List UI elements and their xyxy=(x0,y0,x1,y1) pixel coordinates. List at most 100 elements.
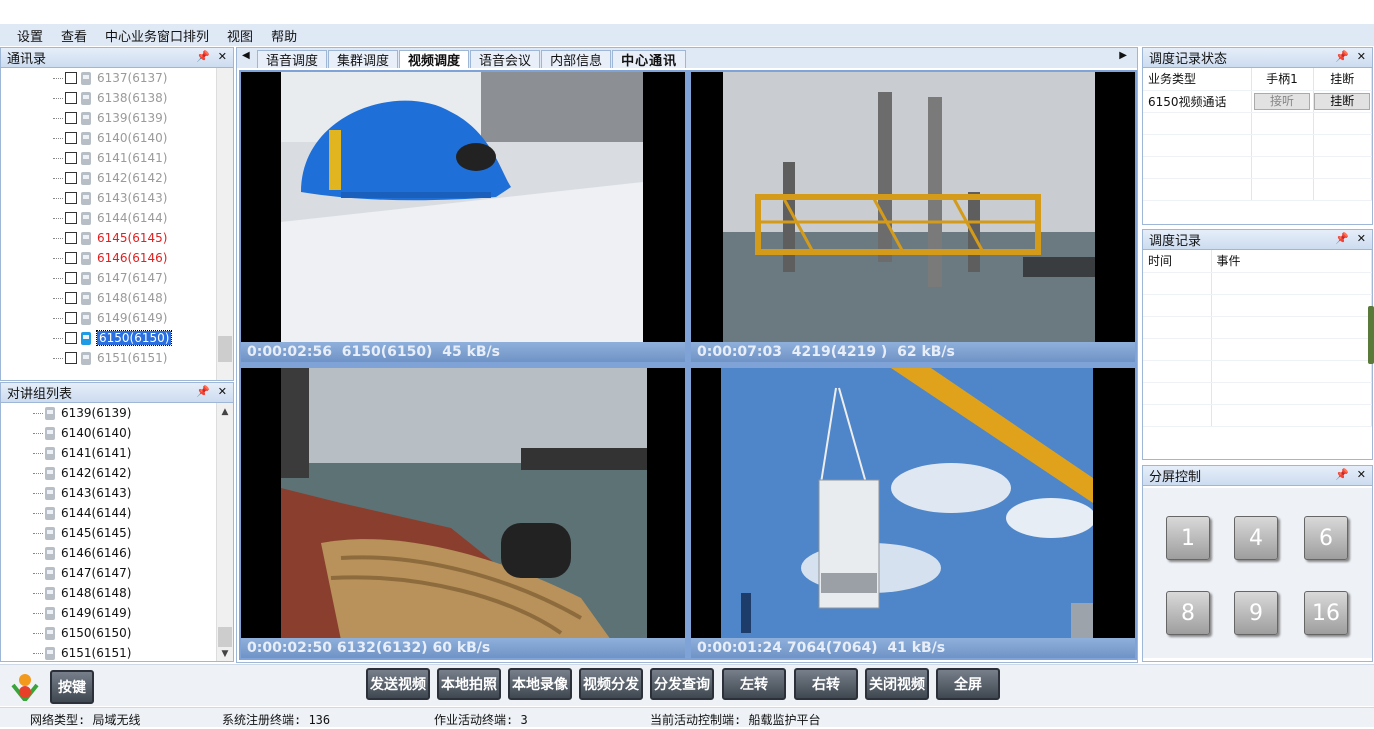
checkbox[interactable] xyxy=(65,132,77,144)
list-item[interactable]: 6149(6149) xyxy=(53,308,171,328)
list-item[interactable]: 6139(6139) xyxy=(33,403,131,423)
turn-right-button[interactable]: 右转 xyxy=(794,668,858,700)
split-16-button[interactable]: 16 xyxy=(1304,591,1348,635)
pin-icon[interactable]: 📌 xyxy=(1335,50,1349,63)
tree-connector xyxy=(33,472,43,474)
contacts-scrollbar[interactable] xyxy=(216,68,233,380)
close-icon[interactable]: ✕ xyxy=(218,50,227,63)
local-record-button[interactable]: 本地录像 xyxy=(508,668,572,700)
checkbox[interactable] xyxy=(65,312,77,324)
group-scroll-thumb[interactable] xyxy=(218,627,232,647)
tab-cluster-dispatch[interactable]: 集群调度 xyxy=(328,50,399,69)
checkbox[interactable] xyxy=(65,72,77,84)
tree-connector xyxy=(53,197,63,199)
list-item[interactable]: 6149(6149) xyxy=(33,603,131,623)
list-item[interactable]: 6138(6138) xyxy=(53,88,171,108)
checkbox[interactable] xyxy=(65,352,77,364)
checkbox[interactable] xyxy=(65,172,77,184)
checkbox[interactable] xyxy=(65,112,77,124)
local-photo-button[interactable]: 本地拍照 xyxy=(437,668,501,700)
video-window-1[interactable]: 0:00:02:56 6150(6150) 45 kB/s xyxy=(239,70,687,364)
video-distribute-button[interactable]: 视频分发 xyxy=(579,668,643,700)
menu-window-arrange[interactable]: 中心业务窗口排列 xyxy=(105,26,209,45)
video-window-4[interactable]: 0:00:01:24 7064(7064) 41 kB/s xyxy=(689,366,1137,660)
distribute-query-button[interactable]: 分发查询 xyxy=(650,668,714,700)
split-8-button[interactable]: 8 xyxy=(1166,591,1210,635)
list-item[interactable]: 6140(6140) xyxy=(33,423,131,443)
scroll-down-icon[interactable]: ▼ xyxy=(217,649,233,659)
list-item[interactable]: 6147(6147) xyxy=(33,563,131,583)
tab-voice-dispatch[interactable]: 语音调度 xyxy=(257,50,328,69)
list-item[interactable]: 6141(6141) xyxy=(53,148,171,168)
checkbox[interactable] xyxy=(65,92,77,104)
video-window-2[interactable]: 0:00:07:03 4219(4219 ) 62 kB/s xyxy=(689,70,1137,364)
menu-layout[interactable]: 视图 xyxy=(227,26,253,45)
turn-left-button[interactable]: 左转 xyxy=(722,668,786,700)
checkbox[interactable] xyxy=(65,152,77,164)
list-item[interactable]: 6146(6146) xyxy=(53,248,171,268)
list-item[interactable]: 6144(6144) xyxy=(53,208,171,228)
close-icon[interactable]: ✕ xyxy=(1357,468,1366,481)
checkbox[interactable] xyxy=(65,252,77,264)
list-item[interactable]: 6150(6150) xyxy=(53,328,173,348)
menu-view[interactable]: 查看 xyxy=(61,26,87,45)
pin-icon[interactable]: 📌 xyxy=(1335,468,1349,481)
checkbox[interactable] xyxy=(65,232,77,244)
checkbox[interactable] xyxy=(65,192,77,204)
tab-scroll-right-icon[interactable]: ▶ xyxy=(1119,50,1127,61)
tab-center-comm[interactable]: 中心通讯 xyxy=(612,50,687,69)
list-item[interactable]: 6148(6148) xyxy=(33,583,131,603)
checkbox[interactable] xyxy=(65,292,77,304)
tree-connector xyxy=(53,177,63,179)
list-item[interactable]: 6143(6143) xyxy=(33,483,131,503)
pin-icon[interactable]: 📌 xyxy=(196,385,210,398)
list-item[interactable]: 6142(6142) xyxy=(53,168,171,188)
send-video-button[interactable]: 发送视频 xyxy=(366,668,430,700)
pin-icon[interactable]: 📌 xyxy=(1335,232,1349,245)
fullscreen-button[interactable]: 全屏 xyxy=(936,668,1000,700)
close-icon[interactable]: ✕ xyxy=(1357,50,1366,63)
list-item[interactable]: 6151(6151) xyxy=(33,643,131,661)
scroll-up-icon[interactable]: ▲ xyxy=(217,407,233,417)
list-item[interactable]: 6146(6146) xyxy=(33,543,131,563)
list-item[interactable]: 6151(6151) xyxy=(53,348,171,368)
split-9-button[interactable]: 9 xyxy=(1234,591,1278,635)
checkbox[interactable] xyxy=(65,212,77,224)
checkbox[interactable] xyxy=(65,272,77,284)
answer-button[interactable]: 接听 xyxy=(1254,92,1310,110)
list-item[interactable]: 6140(6140) xyxy=(53,128,171,148)
tab-scroll-left-icon[interactable]: ◀ xyxy=(242,50,250,61)
list-item[interactable]: 6147(6147) xyxy=(53,268,171,288)
list-item[interactable]: 6143(6143) xyxy=(53,188,171,208)
list-item[interactable]: 6139(6139) xyxy=(53,108,171,128)
tab-internal-info[interactable]: 内部信息 xyxy=(541,50,612,69)
tab-voice-conference[interactable]: 语音会议 xyxy=(470,50,541,69)
menu-settings[interactable]: 设置 xyxy=(17,26,43,45)
list-item[interactable]: 6148(6148) xyxy=(53,288,171,308)
list-item[interactable]: 6141(6141) xyxy=(33,443,131,463)
tab-video-dispatch[interactable]: 视频调度 xyxy=(399,50,470,69)
split-6-button[interactable]: 6 xyxy=(1304,516,1348,560)
list-item[interactable]: 6145(6145) xyxy=(33,523,131,543)
list-item[interactable]: 6144(6144) xyxy=(33,503,131,523)
pin-icon[interactable]: 📌 xyxy=(196,50,210,63)
close-video-button[interactable]: 关闭视频 xyxy=(865,668,929,700)
side-handle[interactable] xyxy=(1368,306,1374,364)
split-4-button[interactable]: 4 xyxy=(1234,516,1278,560)
group-scrollbar[interactable]: ▲ ▼ xyxy=(216,403,233,661)
close-icon[interactable]: ✕ xyxy=(218,385,227,398)
menu-help[interactable]: 帮助 xyxy=(271,26,297,45)
contacts-scroll-thumb[interactable] xyxy=(218,336,232,362)
video-window-3[interactable]: 0:00:02:50 6132(6132) 60 kB/s xyxy=(239,366,687,660)
list-item[interactable]: 6150(6150) xyxy=(33,623,131,643)
video-caption: 0:00:07:03 4219(4219 ) 62 kB/s xyxy=(691,342,1135,362)
list-item[interactable]: 6142(6142) xyxy=(33,463,131,483)
list-item[interactable]: 6145(6145) xyxy=(53,228,171,248)
tree-connector xyxy=(53,337,63,339)
key-button[interactable]: 按键 xyxy=(50,670,94,704)
list-item[interactable]: 6137(6137) xyxy=(53,68,171,88)
checkbox[interactable] xyxy=(65,332,77,344)
close-icon[interactable]: ✕ xyxy=(1357,232,1366,245)
split-1-button[interactable]: 1 xyxy=(1166,516,1210,560)
hangup-button[interactable]: 挂断 xyxy=(1314,92,1371,110)
